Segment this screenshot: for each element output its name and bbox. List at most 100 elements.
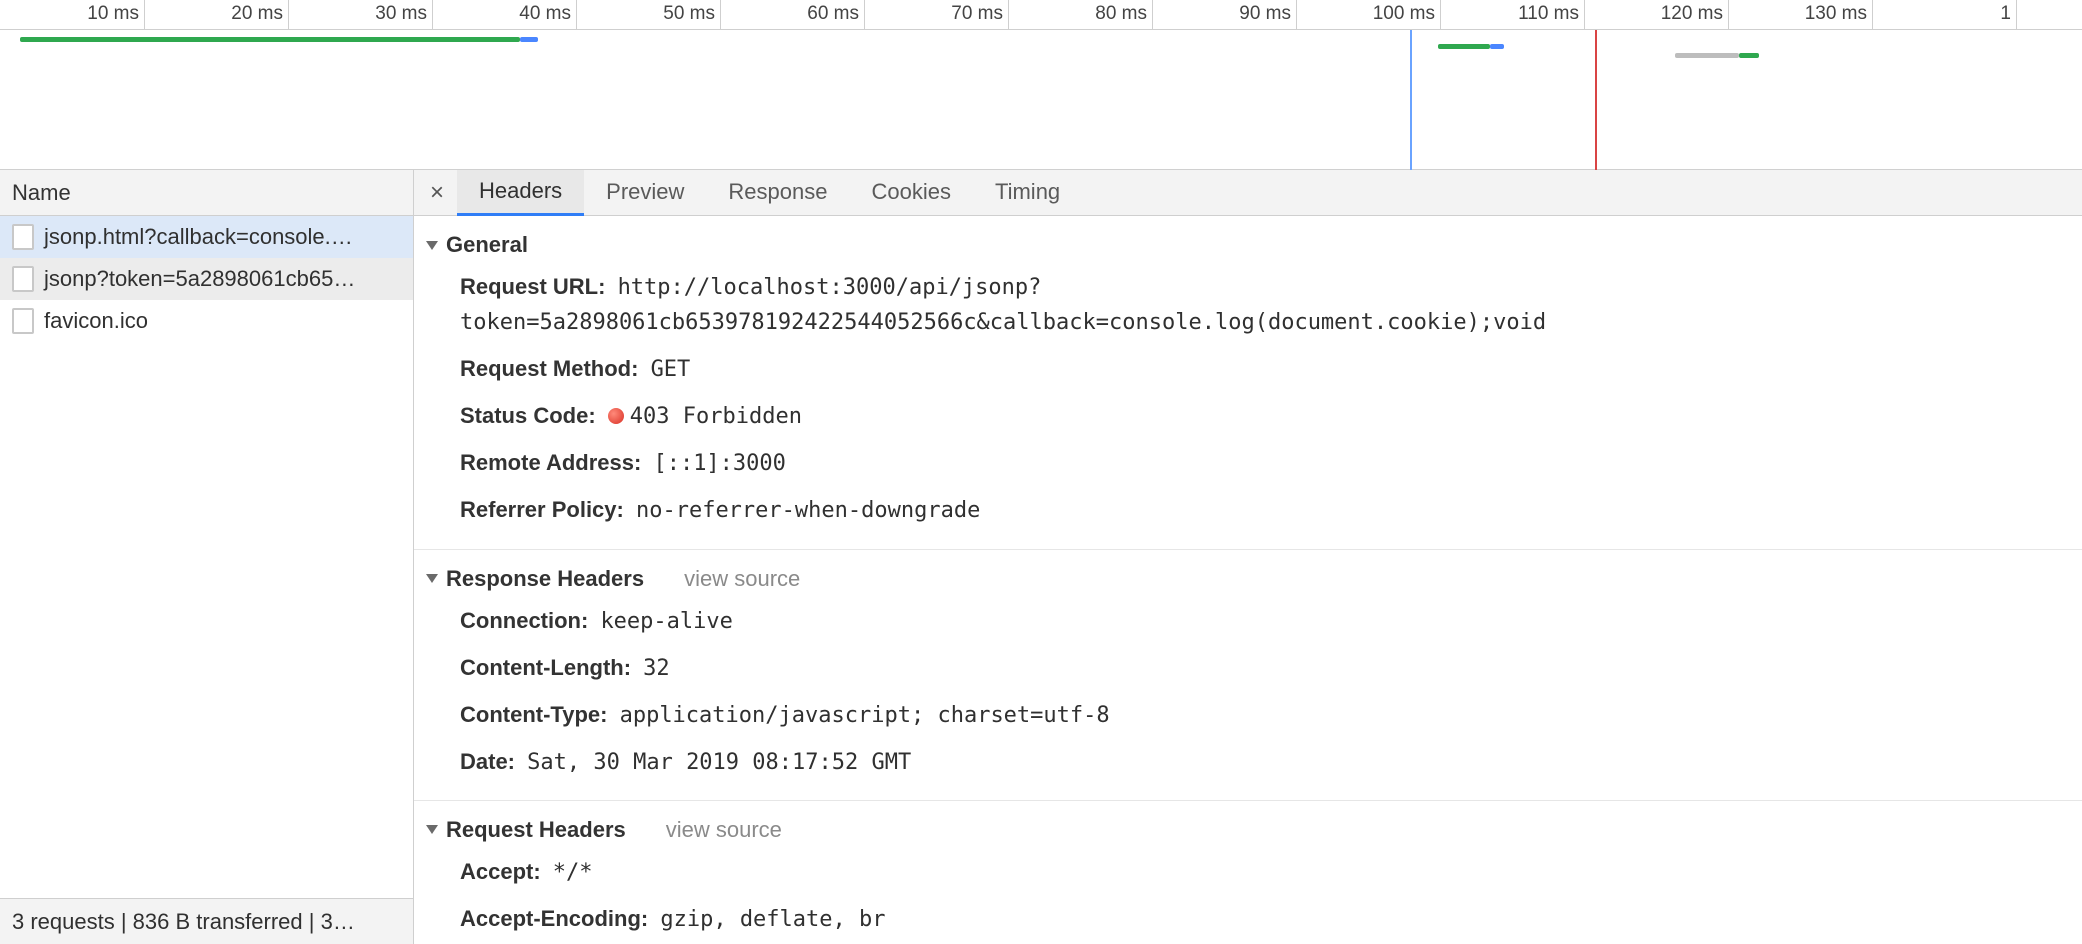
- timeline-tick: 20 ms: [288, 0, 289, 30]
- timeline-tick-label: 60 ms: [807, 3, 859, 25]
- request-list: jsonp.html?callback=console.… jsonp?token…: [0, 216, 413, 898]
- timeline-tick-label: 130 ms: [1805, 3, 1867, 25]
- header-value: Sat, 30 Mar 2019 08:17:52 GMT: [527, 750, 911, 775]
- header-key: Content-Length:: [460, 655, 637, 680]
- header-row: Referrer Policy: no-referrer-when-downgr…: [414, 487, 2082, 534]
- section-response-title: Response Headers: [446, 566, 644, 592]
- timeline-tick: 90 ms: [1296, 0, 1297, 30]
- file-icon: [12, 308, 34, 334]
- timeline-tick: 50 ms: [720, 0, 721, 30]
- request-summary: 3 requests | 836 B transferred | 3…: [0, 898, 413, 944]
- timeline-tick: 30 ms: [432, 0, 433, 30]
- header-value: 403 Forbidden: [630, 404, 802, 429]
- timeline-tick-label: 80 ms: [1095, 3, 1147, 25]
- header-key: Request Method:: [460, 356, 645, 381]
- section-general: General Request URL: http://localhost:30…: [414, 216, 2082, 550]
- timeline-tick-label: 120 ms: [1661, 3, 1723, 25]
- timeline-bar: [1675, 53, 1739, 58]
- timeline-tick: 70 ms: [1008, 0, 1009, 30]
- timeline-marker: [1410, 30, 1412, 170]
- timeline-tick-label: 50 ms: [663, 3, 715, 25]
- request-list-panel: Name jsonp.html?callback=console.… jsonp?…: [0, 170, 414, 944]
- header-value: */*: [553, 860, 593, 885]
- timeline-tick: 60 ms: [864, 0, 865, 30]
- request-row[interactable]: favicon.ico: [0, 300, 413, 342]
- response-view-source-link[interactable]: view source: [684, 566, 800, 592]
- header-row: Accept: */*: [414, 849, 2082, 896]
- header-key: Content-Type:: [460, 702, 614, 727]
- section-request-toggle[interactable]: Request Headers view source: [414, 811, 2082, 849]
- timeline-plot: [0, 30, 2082, 170]
- timeline-tick: 40 ms: [576, 0, 577, 30]
- caret-down-icon: [426, 241, 438, 250]
- request-name: favicon.ico: [44, 308, 148, 334]
- header-row: Connection: keep-alive: [414, 598, 2082, 645]
- timeline-tick: 120 ms: [1728, 0, 1729, 30]
- headers-body[interactable]: General Request URL: http://localhost:30…: [414, 216, 2082, 944]
- section-general-title: General: [446, 232, 528, 258]
- section-request-title: Request Headers: [446, 817, 626, 843]
- header-row: Remote Address: [::1]:3000: [414, 440, 2082, 487]
- timeline-tick: 100 ms: [1440, 0, 1441, 30]
- request-name: jsonp.html?callback=console.…: [44, 224, 353, 250]
- header-row: Date: Sat, 30 Mar 2019 08:17:52 GMT: [414, 739, 2082, 786]
- timeline-tick-label: 20 ms: [231, 3, 283, 25]
- request-row[interactable]: jsonp.html?callback=console.…: [0, 216, 413, 258]
- header-value: no-referrer-when-downgrade: [636, 498, 980, 523]
- header-key: Accept-Encoding:: [460, 906, 654, 931]
- timeline-marker: [1595, 30, 1597, 170]
- request-list-header: Name: [0, 170, 413, 216]
- tab-timing[interactable]: Timing: [973, 170, 1082, 216]
- section-request-headers: Request Headers view source Accept: */*A…: [414, 801, 2082, 944]
- section-response-toggle[interactable]: Response Headers view source: [414, 560, 2082, 598]
- header-key: Remote Address:: [460, 450, 647, 475]
- header-value: GET: [651, 357, 691, 382]
- timeline-tick: 10 ms: [144, 0, 145, 30]
- timeline-bar: [20, 37, 520, 42]
- file-icon: [12, 266, 34, 292]
- timeline-tick-label: 40 ms: [519, 3, 571, 25]
- request-name: jsonp?token=5a2898061cb65…: [44, 266, 355, 292]
- header-row: Request Method: GET: [414, 346, 2082, 393]
- timeline-tick: 1: [2016, 0, 2017, 30]
- header-value: [::1]:3000: [653, 451, 785, 476]
- timeline-tick: 80 ms: [1152, 0, 1153, 30]
- header-value: keep-alive: [600, 609, 732, 634]
- header-key: Request URL:: [460, 274, 612, 299]
- timeline-bar: [1739, 53, 1759, 58]
- header-value: application/javascript; charset=utf-8: [620, 703, 1110, 728]
- timeline-tick-label: 30 ms: [375, 3, 427, 25]
- header-value: http://localhost:3000/api/jsonp?token=5a…: [460, 275, 1546, 335]
- close-details-button[interactable]: ×: [420, 176, 454, 210]
- header-row: Accept-Encoding: gzip, deflate, br: [414, 896, 2082, 943]
- timeline-tick: 110 ms: [1584, 0, 1585, 30]
- timeline-bar: [520, 37, 538, 42]
- header-key: Date:: [460, 749, 521, 774]
- header-row: Request URL: http://localhost:3000/api/j…: [414, 264, 2082, 346]
- request-row[interactable]: jsonp?token=5a2898061cb65…: [0, 258, 413, 300]
- status-error-icon: [608, 408, 624, 424]
- section-general-toggle[interactable]: General: [414, 226, 2082, 264]
- timeline-tick-label: 110 ms: [1518, 3, 1579, 25]
- caret-down-icon: [426, 574, 438, 583]
- caret-down-icon: [426, 825, 438, 834]
- timeline-tick-label: 10 ms: [87, 3, 139, 25]
- timeline-tick-label: 1: [2000, 3, 2011, 25]
- header-row: Status Code: 403 Forbidden: [414, 393, 2082, 440]
- tab-preview[interactable]: Preview: [584, 170, 706, 216]
- request-view-source-link[interactable]: view source: [666, 817, 782, 843]
- timeline-bar: [1438, 44, 1490, 49]
- timeline-tick-label: 70 ms: [951, 3, 1003, 25]
- tab-headers[interactable]: Headers: [457, 170, 584, 216]
- header-row: Content-Type: application/javascript; ch…: [414, 692, 2082, 739]
- network-timeline[interactable]: 10 ms 20 ms 30 ms 40 ms 50 ms 60 ms 70 ms 80 ms…: [0, 0, 2082, 170]
- header-key: Accept:: [460, 859, 547, 884]
- file-icon: [12, 224, 34, 250]
- header-value: gzip, deflate, br: [660, 907, 885, 932]
- header-key: Referrer Policy:: [460, 497, 630, 522]
- timeline-tick-label: 90 ms: [1239, 3, 1291, 25]
- tab-response[interactable]: Response: [706, 170, 849, 216]
- tab-cookies[interactable]: Cookies: [849, 170, 972, 216]
- request-details-panel: × HeadersPreviewResponseCookiesTiming Ge…: [414, 170, 2082, 944]
- header-value: 32: [643, 656, 670, 681]
